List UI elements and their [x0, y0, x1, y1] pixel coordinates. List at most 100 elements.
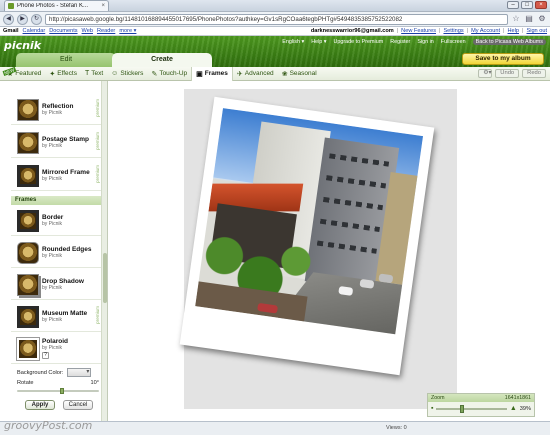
calendar-link[interactable]: Calendar: [23, 28, 46, 34]
zoom-in-icon[interactable]: ▲: [510, 405, 517, 412]
tab-frames[interactable]: ▣ Frames: [191, 66, 233, 81]
list-item-border[interactable]: Border by Picnik: [11, 206, 101, 236]
tab-seasonal[interactable]: ❀ Seasonal: [278, 67, 321, 81]
item-author: by Picnik: [42, 345, 63, 351]
list-item-drop-shadow[interactable]: Drop Shadow by Picnik: [11, 270, 101, 300]
settings-link[interactable]: Settings: [443, 28, 463, 34]
tab-stickers[interactable]: ☺ Stickers: [107, 67, 147, 81]
documents-link[interactable]: Documents: [49, 28, 77, 34]
zoom-slider[interactable]: [436, 404, 507, 413]
sign-in-link[interactable]: Sign in: [417, 39, 433, 45]
page-menu-icon[interactable]: ▤: [524, 14, 534, 24]
tab-label: Advanced: [244, 70, 274, 77]
wrench-icon[interactable]: ⚙: [537, 14, 547, 24]
reload-button[interactable]: ↻: [31, 13, 42, 25]
advanced-icon: ✈: [236, 70, 243, 78]
list-item-text: Museum Matte by Picnik: [42, 310, 87, 323]
item-author: by Picnik: [42, 253, 63, 259]
minimize-button[interactable]: –: [507, 1, 519, 9]
zoom-controls: ▪ ▲ 39%: [428, 402, 534, 415]
browser-tab[interactable]: Phone Photos - Stefan K... ×: [4, 0, 109, 11]
photo-car: [378, 273, 394, 284]
photo-canvas[interactable]: [111, 81, 546, 421]
picnik-logo[interactable]: picnik: [4, 39, 41, 52]
cancel-button[interactable]: Cancel: [63, 400, 93, 410]
list-item-museum-matte[interactable]: Museum Matte by Picnik premium: [11, 302, 101, 332]
rotate-slider[interactable]: [17, 388, 99, 394]
browser-tab-title: Phone Photos - Stefan K...: [17, 3, 89, 9]
postage-stamp-thumbnail: [17, 131, 39, 154]
bookmark-star-icon[interactable]: ☆: [511, 14, 521, 24]
list-item-text: Border by Picnik: [42, 214, 63, 227]
item-name: Mirrored Frame: [42, 169, 90, 176]
zoom-out-icon[interactable]: ▪: [431, 405, 433, 412]
rounded-edges-thumbnail: [17, 241, 39, 264]
gmail-link[interactable]: Gmail: [3, 28, 19, 34]
forward-button[interactable]: ▶: [17, 13, 28, 25]
item-name: Postage Stamp: [42, 136, 89, 143]
gear-icon[interactable]: ⚙▾: [478, 69, 493, 78]
rotate-slider-track: [17, 390, 99, 392]
register-link[interactable]: Register: [390, 39, 410, 45]
back-button[interactable]: ◀: [3, 13, 14, 25]
reader-link[interactable]: Reader: [97, 28, 115, 34]
sidebar-scrollbar[interactable]: [101, 81, 107, 421]
fullscreen-link[interactable]: Fullscreen: [441, 39, 466, 45]
item-author: by Picnik: [42, 110, 63, 116]
upgrade-premium-link[interactable]: Upgrade to Premium: [333, 39, 383, 45]
list-item-mirrored-frame[interactable]: Mirrored Frame by Picnik premium: [11, 161, 101, 191]
address-bar: ◀ ▶ ↻ http://picasaweb.google.bg/1148101…: [0, 12, 550, 27]
browser-titlebar: Phone Photos - Stefan K... × – □ ×: [0, 0, 550, 12]
zoom-panel-header[interactable]: Zoom 1641x1861: [428, 394, 534, 402]
list-item-rounded-edges[interactable]: Rounded Edges by Picnik: [11, 238, 101, 268]
sign-out-link[interactable]: Sign out: [526, 28, 547, 34]
new-features-link[interactable]: New Features: [401, 28, 436, 34]
tab-label: Touch-Up: [159, 70, 188, 77]
tab-text[interactable]: T Text: [81, 67, 107, 81]
item-author: by Picnik: [42, 143, 63, 149]
tab-advanced[interactable]: ✈ Advanced: [233, 67, 278, 81]
background-color-picker[interactable]: [67, 368, 92, 377]
zoom-slider-handle[interactable]: [459, 404, 464, 413]
account-email: darknesswarrior96@gmail.com: [310, 28, 394, 34]
edited-photo: [195, 108, 424, 335]
rotate-value: 10°: [90, 380, 99, 386]
url-input[interactable]: http://picasaweb.google.bg/1148101688944…: [45, 13, 508, 25]
separator: |: [522, 28, 524, 34]
help-link[interactable]: Help: [508, 28, 520, 34]
tool-tabs-bar: ★ Featured ✦ Effects T Text ☺ Stickers ✎…: [0, 66, 550, 81]
my-account-link[interactable]: My Account: [471, 28, 500, 34]
more-link[interactable]: more ▾: [119, 28, 136, 34]
list-item-postage-stamp[interactable]: Postage Stamp by Picnik premium: [11, 128, 101, 158]
redo-button[interactable]: Redo: [522, 69, 546, 78]
list-item-reflection[interactable]: Reflection by Picnik premium: [11, 95, 101, 125]
language-menu[interactable]: English ▾: [282, 39, 304, 45]
back-to-picasa-link[interactable]: Back to Picasa Web Albums: [472, 39, 546, 45]
zoom-label: Zoom: [431, 395, 445, 401]
tab-label: Frames: [204, 70, 228, 77]
apply-button[interactable]: Apply: [25, 400, 55, 410]
close-icon[interactable]: ×: [101, 3, 105, 9]
list-item-text: Reflection by Picnik: [42, 103, 73, 116]
help-menu[interactable]: Help ▾: [311, 39, 326, 45]
list-item-text: Drop Shadow by Picnik: [42, 278, 84, 291]
list-item-polaroid[interactable]: Polaroid by Picnik ?: [11, 334, 101, 364]
list-item-text: Mirrored Frame by Picnik: [42, 169, 90, 182]
undo-button[interactable]: Undo: [495, 69, 520, 78]
maximize-button[interactable]: □: [521, 1, 533, 9]
tab-touch-up[interactable]: ✎ Touch-Up: [147, 67, 191, 81]
tab-edit[interactable]: Edit: [16, 53, 116, 67]
sidebar-scrollbar-thumb[interactable]: [103, 253, 107, 303]
views-count: Views: 0: [386, 425, 407, 431]
help-icon[interactable]: ?: [42, 352, 49, 359]
item-name: Border: [42, 214, 64, 221]
tab-effects[interactable]: ✦ Effects: [45, 67, 81, 81]
tab-create[interactable]: Create: [112, 53, 212, 67]
google-links: Gmail Calendar Documents Web Reader more…: [0, 28, 136, 34]
rotate-slider-handle[interactable]: [59, 388, 64, 394]
account-links: darknesswarrior96@gmail.com | New Featur…: [311, 28, 550, 34]
save-to-album-button[interactable]: Save to my album: [462, 53, 544, 65]
item-author: by Picnik: [42, 221, 63, 227]
web-link[interactable]: Web: [82, 28, 93, 34]
close-window-button[interactable]: ×: [535, 1, 547, 9]
